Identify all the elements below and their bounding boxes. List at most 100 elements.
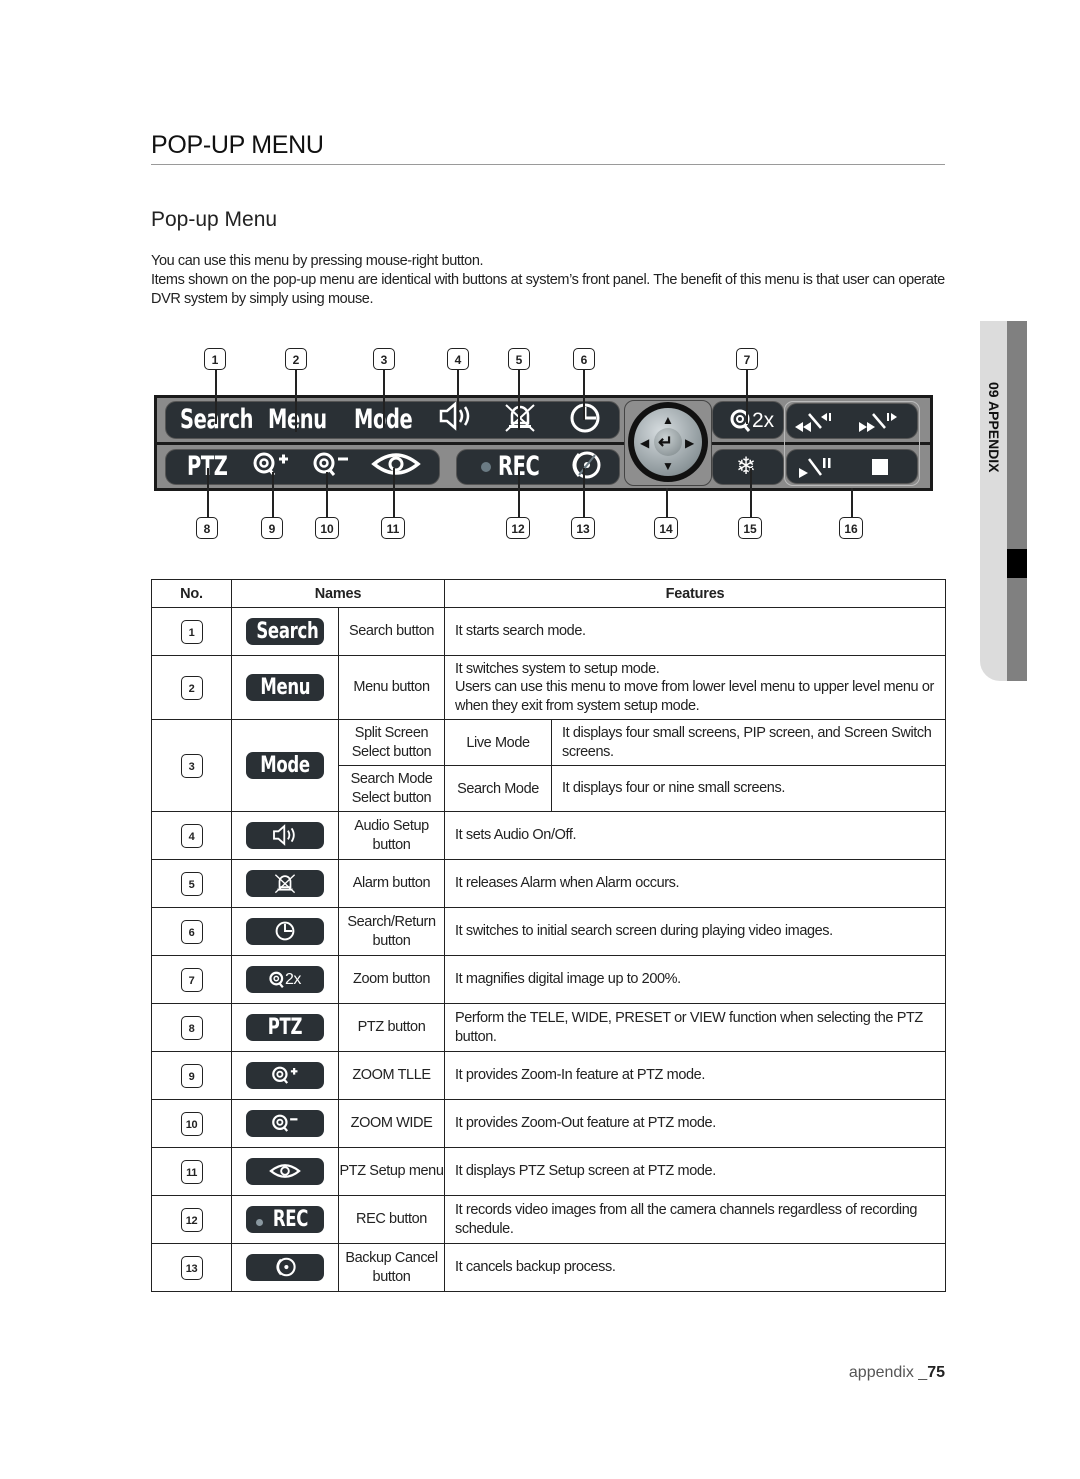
row-feature: It displays four small screens, PIP scre… bbox=[551, 719, 946, 766]
callout-14: 14 bbox=[654, 517, 678, 539]
play-pause-button[interactable] bbox=[797, 455, 833, 484]
intro-text: You can use this menu by pressing mouse-… bbox=[151, 252, 945, 309]
rewind-button[interactable] bbox=[793, 408, 833, 437]
leader-line bbox=[215, 370, 217, 424]
zoom-out-icon bbox=[313, 452, 348, 476]
row-name: Alarm button bbox=[338, 859, 445, 908]
fast-forward-button[interactable] bbox=[857, 408, 897, 437]
backup-cancel-icon bbox=[276, 1257, 296, 1277]
chapter-tab bbox=[980, 321, 1008, 681]
row-feature: It switches to initial search screen dur… bbox=[444, 907, 946, 956]
leader-line bbox=[750, 468, 752, 518]
table-row: 10 ZOOM WIDE It provides Zoom-Out featur… bbox=[151, 1099, 946, 1148]
play-pause-icon bbox=[799, 458, 831, 478]
callout-9: 9 bbox=[261, 517, 283, 539]
row-number: 11 bbox=[180, 1159, 203, 1184]
row-name: Zoom button bbox=[338, 955, 445, 1004]
table-row: 2 Menu Menu button It switches system to… bbox=[151, 655, 946, 720]
row-number: 4 bbox=[180, 823, 203, 848]
sub-title: Pop-up Menu bbox=[151, 208, 278, 231]
row-feature: It cancels backup process. bbox=[444, 1243, 946, 1292]
row-mode: Search Mode bbox=[444, 765, 552, 812]
rewind-icon bbox=[795, 413, 831, 432]
arrow-left-icon[interactable]: ◀ bbox=[640, 437, 649, 449]
row-subname: Search Mode Select button bbox=[338, 765, 445, 812]
row-name: Audio Setup button bbox=[338, 811, 445, 860]
zoom-wide-button[interactable] bbox=[310, 449, 352, 487]
table-row: 12 REC REC button It records video image… bbox=[151, 1195, 946, 1244]
row-feature: It starts search mode. bbox=[444, 607, 946, 656]
intro-line: You can use this menu by pressing mouse-… bbox=[151, 253, 484, 269]
leader-line bbox=[851, 488, 853, 518]
search-button[interactable]: Search bbox=[180, 402, 253, 438]
section-title: POP-UP MENU bbox=[151, 131, 324, 159]
search-return-button[interactable] bbox=[565, 401, 605, 445]
arrow-right-icon[interactable]: ▶ bbox=[685, 437, 694, 449]
section-divider bbox=[151, 164, 945, 165]
callout-16: 16 bbox=[839, 517, 863, 539]
callout-13: 13 bbox=[571, 517, 595, 539]
row-feature: It provides Zoom-In feature at PTZ mode. bbox=[444, 1051, 946, 1100]
callout-10: 10 bbox=[315, 517, 339, 539]
backup-cancel-button[interactable] bbox=[564, 449, 606, 489]
table-row: 1 Search Search button It starts search … bbox=[151, 607, 946, 656]
callout-15: 15 bbox=[738, 517, 762, 539]
table-row: 4 Audio Setup button It sets Audio On/Of… bbox=[151, 811, 946, 860]
alarm-off-icon bbox=[274, 874, 296, 894]
ptz-setup-button[interactable] bbox=[370, 449, 422, 487]
row-mode: Live Mode bbox=[444, 719, 552, 766]
callout-11: 11 bbox=[381, 517, 405, 539]
row-feature: It magnifies digital image up to 200%. bbox=[444, 955, 946, 1004]
row-number: 12 bbox=[180, 1207, 203, 1232]
clock-return-icon bbox=[570, 403, 600, 433]
audio-button[interactable] bbox=[436, 401, 476, 441]
leader-line bbox=[207, 468, 209, 518]
snowflake-icon: ❄ bbox=[736, 453, 757, 480]
row-name: ZOOM TLLE bbox=[338, 1051, 445, 1100]
alarm-button[interactable] bbox=[500, 401, 540, 443]
table-row: 13 Backup Cancel button It cancels backu… bbox=[151, 1243, 946, 1292]
leader-line bbox=[393, 468, 395, 518]
row-feature: It releases Alarm when Alarm occurs. bbox=[444, 859, 946, 908]
table-row: 8 PTZ PTZ button Perform the TELE, WIDE,… bbox=[151, 1003, 946, 1052]
row-subname: Split Screen Select button bbox=[338, 719, 445, 766]
zoom-tele-button[interactable] bbox=[250, 449, 292, 487]
mode-button-image: Mode bbox=[246, 752, 324, 779]
backup-cancel-icon bbox=[572, 451, 601, 479]
leader-line bbox=[746, 370, 748, 424]
alarm-off-icon bbox=[505, 404, 535, 432]
callout-8: 8 bbox=[196, 517, 218, 539]
leader-line bbox=[383, 370, 385, 428]
leader-line bbox=[518, 370, 520, 430]
row-number: 2 bbox=[180, 675, 203, 700]
table-row: 3 Mode Split Screen Select button Live M… bbox=[151, 719, 946, 812]
leader-line bbox=[583, 468, 585, 518]
freeze-button[interactable]: ❄ bbox=[736, 450, 756, 484]
callout-6: 6 bbox=[573, 348, 595, 370]
intro-line: Items shown on the pop-up menu are ident… bbox=[151, 272, 945, 307]
stop-icon[interactable] bbox=[872, 459, 888, 475]
row-name: PTZ button bbox=[338, 1003, 445, 1052]
chapter-label: 09 APPENDIX bbox=[986, 382, 1002, 473]
zoom-out-icon bbox=[272, 1114, 298, 1132]
table-row: 5 Alarm button It releases Alarm when Al… bbox=[151, 859, 946, 908]
search-button-image: Search bbox=[246, 618, 324, 645]
fast-forward-icon bbox=[859, 413, 897, 432]
speaker-icon bbox=[273, 824, 295, 846]
row-name: Search/Return button bbox=[338, 907, 445, 956]
row-number: 7 bbox=[180, 967, 203, 992]
arrow-down-icon[interactable]: ▼ bbox=[662, 460, 674, 472]
row-name: REC button bbox=[338, 1195, 445, 1244]
table-row: 7 2x Zoom button It magnifies digital im… bbox=[151, 955, 946, 1004]
zoom-button[interactable]: 2x bbox=[730, 404, 774, 437]
row-feature: It displays four or nine small screens. bbox=[551, 765, 946, 812]
arrow-up-icon[interactable]: ▲ bbox=[662, 414, 674, 426]
search-return-button-image bbox=[246, 918, 324, 945]
menu-button[interactable]: Menu bbox=[268, 402, 327, 438]
callout-3: 3 bbox=[373, 348, 395, 370]
zoom-2x-icon bbox=[269, 971, 284, 988]
alarm-button-image bbox=[246, 870, 324, 897]
callout-12: 12 bbox=[506, 517, 530, 539]
header-no: No. bbox=[151, 579, 232, 608]
features-table: No. Names Features 1 Search Search butto… bbox=[151, 579, 946, 1292]
